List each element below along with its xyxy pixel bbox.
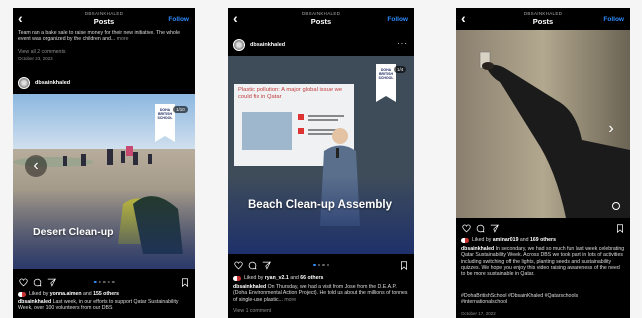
slide-counter: 1/4 <box>394 66 407 73</box>
more-link[interactable]: more <box>284 297 296 303</box>
bookmark-icon[interactable] <box>180 277 190 287</box>
top-bar: ‹ DBSAINKHALED Posts Follow <box>13 8 195 30</box>
previous-post-caption: Team ran a bake sale to raise money for … <box>18 30 180 43</box>
post-video[interactable]: › <box>456 30 630 218</box>
comment-icon[interactable] <box>247 260 257 270</box>
hashtags[interactable]: #DohaBritishSchool #DbsainKhaled #Qatars… <box>461 293 625 306</box>
post-date: October 17, 2022 <box>461 311 496 316</box>
post-caption: dbsainkhaled Last week, in our efforts t… <box>18 299 179 312</box>
chevron-left-icon: ‹ <box>33 157 39 174</box>
follow-button[interactable]: Follow <box>603 16 624 23</box>
top-bar: ‹ DBSAINKHALED Posts Follow <box>456 8 630 30</box>
school-badge: DOHA BRITISH SCHOOL <box>376 64 396 102</box>
likes-row[interactable]: Liked by ryan_v2.1 and 66 others <box>233 275 409 281</box>
share-icon[interactable] <box>489 223 499 233</box>
post-panel-desert-cleanup: ‹ DBSAINKHALED Posts Follow Team ran a b… <box>13 8 195 318</box>
video-audio-icon[interactable] <box>612 202 620 210</box>
slide-counter: 1/10 <box>173 106 188 113</box>
likes-row[interactable]: Liked by yonna.aimen and 155 others <box>18 291 190 297</box>
image-title: Desert Clean-up <box>33 226 114 238</box>
post-caption: dbsainkhaled On Thursday, we had a visit… <box>233 284 408 303</box>
username[interactable]: dbsainkhaled <box>35 80 70 86</box>
liker-avatars <box>233 275 241 281</box>
comment-icon[interactable] <box>475 223 485 233</box>
follow-button[interactable]: Follow <box>168 16 189 23</box>
post-actions <box>18 276 190 288</box>
next-post-button[interactable]: › <box>600 118 622 140</box>
post-panel-video: ‹ DBSAINKHALED Posts Follow › Liked by a… <box>456 8 630 318</box>
liker-avatars <box>461 237 469 243</box>
liker-avatars <box>18 291 26 297</box>
avatar[interactable] <box>233 39 245 51</box>
share-icon[interactable] <box>261 260 271 270</box>
view-comments-link[interactable]: View 1 comment <box>233 308 409 314</box>
post-actions <box>233 259 409 271</box>
school-badge: DOHA BRITISH SCHOOL <box>155 104 175 142</box>
post-header: dbsainkhaled ··· <box>228 36 414 54</box>
likes-row[interactable]: Liked by aminar019 and 169 others <box>461 237 625 243</box>
post-header: dbsainkhaled <box>13 74 195 92</box>
post-panel-beach-cleanup: ‹ DBSAINKHALED Posts Follow dbsainkhaled… <box>228 8 414 318</box>
heart-icon[interactable] <box>233 260 243 270</box>
image-title: Beach Clean-up Assembly <box>248 199 393 211</box>
prev-post-button[interactable]: ‹ <box>25 155 47 177</box>
top-bar: ‹ DBSAINKHALED Posts Follow <box>228 8 414 30</box>
slide-title: Plastic pollution: A major global issue … <box>238 87 343 100</box>
chevron-right-icon: › <box>608 120 614 137</box>
follow-button[interactable]: Follow <box>387 16 408 23</box>
heart-icon[interactable] <box>461 223 471 233</box>
post-date: October 23, 2022 <box>18 56 53 61</box>
share-icon[interactable] <box>46 277 56 287</box>
post-caption: dbsainkhaled In secondary, we had so muc… <box>461 246 625 278</box>
post-actions <box>461 222 625 234</box>
heart-icon[interactable] <box>18 277 28 287</box>
post-image[interactable]: Desert Clean-up DOHA BRITISH SCHOOL 1/10 <box>13 94 195 269</box>
username[interactable]: dbsainkhaled <box>250 42 285 48</box>
view-comments-link[interactable]: View all 2 comments <box>18 49 190 55</box>
page-title: Posts <box>310 17 332 26</box>
bookmark-icon[interactable] <box>399 260 409 270</box>
comment-icon[interactable] <box>32 277 42 287</box>
avatar[interactable] <box>18 77 30 89</box>
carousel-dots <box>313 263 329 267</box>
bookmark-icon[interactable] <box>615 223 625 233</box>
account-name: DBSAINKHALED <box>301 11 341 16</box>
carousel-dots <box>93 280 115 284</box>
more-options-icon[interactable]: ··· <box>397 39 408 48</box>
more-link[interactable]: more <box>117 36 129 42</box>
post-image[interactable]: Plastic pollution: A major global issue … <box>228 56 414 254</box>
